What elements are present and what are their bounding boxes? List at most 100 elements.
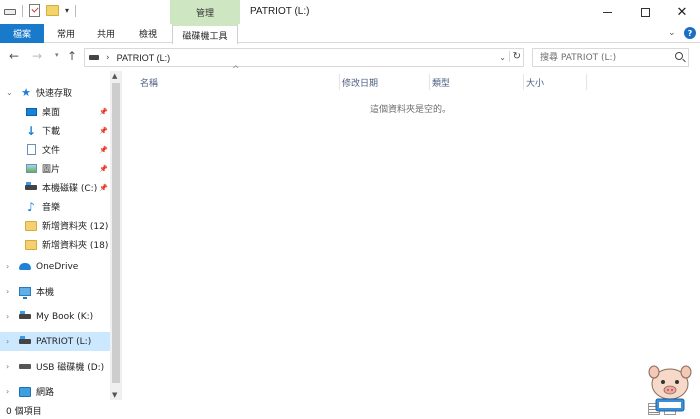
nav-item-my-book[interactable]: › My Book (K:) bbox=[0, 307, 110, 326]
column-divider[interactable] bbox=[523, 74, 524, 90]
nav-label: 圖片 bbox=[42, 165, 61, 175]
nav-item-local-disk[interactable]: 本機磁碟 (C:) 📌 bbox=[0, 178, 110, 197]
minimize-button[interactable] bbox=[589, 0, 625, 24]
expand-ribbon-icon[interactable]: ⌄ bbox=[668, 28, 676, 38]
folder-icon bbox=[25, 220, 37, 232]
pin-icon[interactable]: 📌 bbox=[99, 127, 108, 135]
drive-icon bbox=[89, 55, 99, 60]
forward-arrow-icon[interactable]: → bbox=[32, 49, 42, 63]
up-arrow-icon[interactable]: ↑ bbox=[67, 49, 77, 63]
maximize-icon bbox=[640, 7, 650, 17]
back-arrow-icon[interactable]: ← bbox=[9, 49, 19, 63]
nav-label: 本機 bbox=[36, 288, 55, 298]
collapse-chevron-icon[interactable]: ⌄ bbox=[6, 88, 13, 97]
nav-item-patriot[interactable]: › PATRIOT (L:) bbox=[0, 332, 110, 351]
expand-chevron-icon[interactable]: › bbox=[6, 312, 9, 321]
nav-item-usb-drive[interactable]: › USB 磁碟機 (D:) bbox=[0, 357, 110, 376]
address-history-dropdown-icon[interactable]: ⌄ bbox=[499, 53, 506, 62]
minimize-icon bbox=[602, 11, 612, 13]
column-divider[interactable] bbox=[339, 74, 340, 90]
nav-label: 下載 bbox=[42, 127, 61, 137]
tab-share[interactable]: 共用 bbox=[88, 24, 124, 43]
nav-label: OneDrive bbox=[36, 261, 79, 272]
scroll-up-icon[interactable]: ▲ bbox=[112, 72, 117, 80]
maximize-button[interactable] bbox=[627, 0, 663, 24]
search-input[interactable] bbox=[533, 49, 668, 66]
scrollbar-thumb[interactable] bbox=[112, 83, 120, 383]
nav-label: 文件 bbox=[42, 146, 61, 156]
column-header-type[interactable]: 類型 bbox=[432, 74, 524, 90]
nav-label: USB 磁碟機 (D:) bbox=[36, 363, 105, 373]
breadcrumb-path[interactable]: PATRIOT (L:) bbox=[117, 53, 171, 63]
tab-home[interactable]: 常用 bbox=[48, 24, 84, 43]
nav-label: PATRIOT (L:) bbox=[36, 336, 92, 347]
nav-label: My Book (K:) bbox=[36, 311, 94, 322]
nav-quick-access[interactable]: ⌄ ★ 快速存取 bbox=[0, 83, 110, 102]
pin-icon[interactable]: 📌 bbox=[99, 165, 108, 173]
usb-drive-icon bbox=[19, 361, 31, 373]
properties-icon[interactable] bbox=[29, 4, 40, 17]
computer-icon bbox=[19, 286, 31, 299]
close-icon: ✕ bbox=[676, 4, 688, 20]
network-icon bbox=[19, 386, 31, 398]
column-header-name[interactable]: 名稱 bbox=[140, 74, 340, 90]
search-icon[interactable] bbox=[675, 52, 683, 60]
help-icon[interactable]: ? bbox=[684, 27, 696, 39]
picture-icon bbox=[25, 163, 37, 175]
tab-view[interactable]: 檢視 bbox=[128, 24, 168, 43]
nav-scrollbar[interactable]: ▲ ▼ bbox=[110, 71, 122, 400]
column-divider[interactable] bbox=[586, 74, 587, 90]
address-bar[interactable]: › PATRIOT (L:) ⌄ ↻ bbox=[84, 48, 524, 67]
breadcrumb-chevron-icon[interactable]: › bbox=[106, 53, 110, 63]
pin-icon[interactable]: 📌 bbox=[99, 184, 108, 192]
pin-icon[interactable]: 📌 bbox=[99, 146, 108, 154]
nav-item-documents[interactable]: 文件 📌 bbox=[0, 140, 110, 159]
column-header-date-modified[interactable]: 修改日期 bbox=[342, 74, 430, 90]
column-divider[interactable] bbox=[429, 74, 430, 90]
nav-item-network[interactable]: › 網路 bbox=[0, 382, 110, 401]
search-box[interactable] bbox=[532, 48, 689, 67]
nav-label: 快速存取 bbox=[36, 89, 73, 99]
navigation-bar: ← → ▾ ↑ › PATRIOT (L:) ⌄ ↻ bbox=[0, 44, 700, 70]
manage-context-tab: 管理 bbox=[170, 0, 240, 25]
refresh-icon[interactable]: ↻ bbox=[508, 51, 521, 62]
column-header-size[interactable]: 大小 bbox=[526, 74, 586, 90]
title-bar: ▾ 管理 PATRIOT (L:) ✕ bbox=[0, 0, 700, 25]
scroll-down-icon[interactable]: ▼ bbox=[112, 391, 117, 399]
desktop-icon bbox=[25, 106, 37, 118]
onedrive-icon bbox=[19, 261, 31, 273]
navigation-pane: ⌄ ★ 快速存取 桌面 📌 ↓ 下載 📌 文件 📌 圖片 📌 本機磁碟 (C:)… bbox=[0, 71, 122, 400]
recent-locations-icon[interactable]: ▾ bbox=[55, 51, 59, 59]
file-list-pane[interactable]: ^ 名稱 修改日期 類型 大小 這個資料夾是空的。 bbox=[124, 65, 700, 400]
nav-item-pictures[interactable]: 圖片 📌 bbox=[0, 159, 110, 178]
nav-item-this-pc[interactable]: › 本機 bbox=[0, 282, 110, 301]
download-icon: ↓ bbox=[25, 123, 37, 138]
expand-chevron-icon[interactable]: › bbox=[6, 362, 9, 371]
nav-item-music[interactable]: ♪ 音樂 bbox=[0, 197, 110, 216]
document-icon bbox=[25, 144, 37, 156]
nav-label: 新增資料夾 (12) bbox=[42, 222, 109, 232]
tab-file[interactable]: 檔案 bbox=[0, 24, 44, 43]
expand-chevron-icon[interactable]: › bbox=[6, 262, 9, 271]
customize-toolbar-icon[interactable]: ▾ bbox=[65, 6, 69, 15]
empty-folder-message: 這個資料夾是空的。 bbox=[370, 105, 452, 115]
toolbar-separator bbox=[75, 4, 77, 17]
nav-item-desktop[interactable]: 桌面 📌 bbox=[0, 102, 110, 121]
quick-access-toolbar: ▾ bbox=[4, 4, 77, 17]
status-bar: 0 個項目 bbox=[0, 400, 700, 419]
music-icon: ♪ bbox=[27, 199, 35, 214]
nav-item-onedrive[interactable]: › OneDrive bbox=[0, 257, 110, 276]
close-button[interactable]: ✕ bbox=[664, 0, 700, 24]
nav-item-folder-12[interactable]: 新增資料夾 (12) bbox=[0, 216, 110, 235]
item-count: 0 個項目 bbox=[6, 407, 42, 417]
tab-drive-tools[interactable]: 磁碟機工具 bbox=[172, 24, 238, 44]
nav-item-downloads[interactable]: ↓ 下載 📌 bbox=[0, 121, 110, 140]
new-folder-icon[interactable] bbox=[46, 5, 59, 16]
nav-item-folder-18[interactable]: 新增資料夾 (18) bbox=[0, 235, 110, 254]
expand-chevron-icon[interactable]: › bbox=[6, 337, 9, 346]
ribbon-tab-bar: 檔案 常用 共用 檢視 磁碟機工具 ⌄ ? bbox=[0, 24, 700, 44]
expand-chevron-icon[interactable]: › bbox=[6, 387, 9, 396]
pin-icon[interactable]: 📌 bbox=[99, 108, 108, 116]
expand-chevron-icon[interactable]: › bbox=[6, 287, 9, 296]
mascot-watermark-icon bbox=[648, 365, 692, 412]
